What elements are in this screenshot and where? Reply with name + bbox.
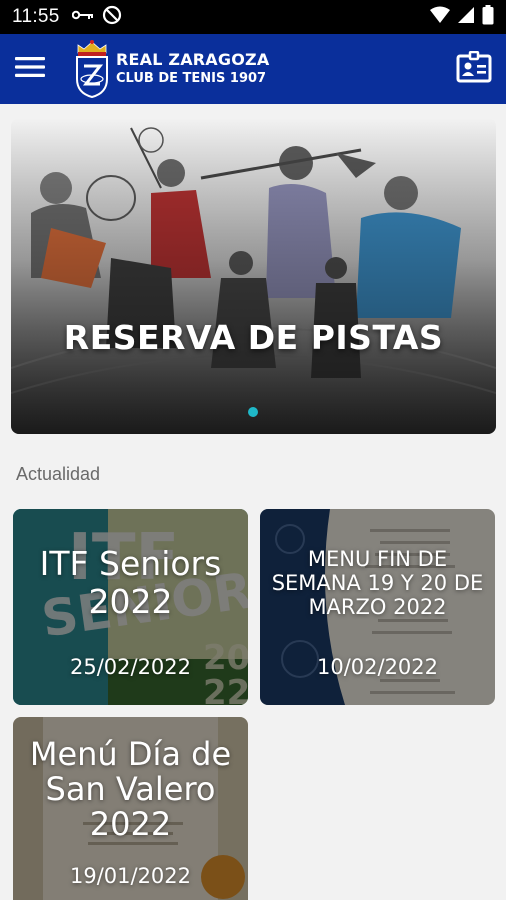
menu-button[interactable]	[0, 34, 60, 104]
banner-image	[11, 118, 496, 434]
menu-icon	[15, 56, 45, 83]
key-icon	[71, 8, 94, 26]
signal-icon	[457, 6, 475, 29]
battery-icon	[482, 4, 494, 30]
status-time: 11:55	[12, 6, 60, 27]
news-date: 10/02/2022	[316, 655, 439, 679]
member-card-icon	[456, 50, 492, 88]
wifi-icon	[430, 6, 450, 29]
banner-title: RESERVA DE PISTAS	[63, 318, 444, 357]
club-crest-icon	[76, 40, 108, 99]
app-bar: REAL ZARAGOZA CLUB DE TENIS 1907	[0, 34, 506, 104]
news-title: ITF Seniors 2022	[39, 544, 222, 621]
news-date: 19/01/2022	[69, 864, 192, 888]
news-title: Menú Día de San Valero 2022	[29, 735, 232, 843]
news-card[interactable]: ITF SENIORS 20 22 ITF Seniors 2022 25/02…	[13, 509, 248, 705]
news-date: 25/02/2022	[69, 655, 192, 679]
court-booking-banner[interactable]: RESERVA DE PISTAS	[11, 118, 496, 434]
brand-name: REAL ZARAGOZA	[116, 49, 270, 69]
club-logo: REAL ZARAGOZA CLUB DE TENIS 1907	[72, 39, 269, 99]
news-card[interactable]: MENU FIN DE SEMANA 19 Y 20 DE MARZO 2022…	[260, 509, 495, 705]
no-disturb-icon	[102, 5, 122, 30]
news-card[interactable]: Menú Día de San Valero 2022 19/01/2022	[13, 717, 248, 900]
news-title: MENU FIN DE SEMANA 19 Y 20 DE MARZO 2022	[271, 547, 484, 619]
carousel-indicator[interactable]	[248, 407, 258, 417]
section-title-news: Actualidad	[16, 464, 101, 484]
status-bar: 11:55	[0, 0, 506, 34]
member-card-button[interactable]	[454, 49, 494, 89]
brand-subtitle: CLUB DE TENIS 1907	[116, 71, 267, 87]
